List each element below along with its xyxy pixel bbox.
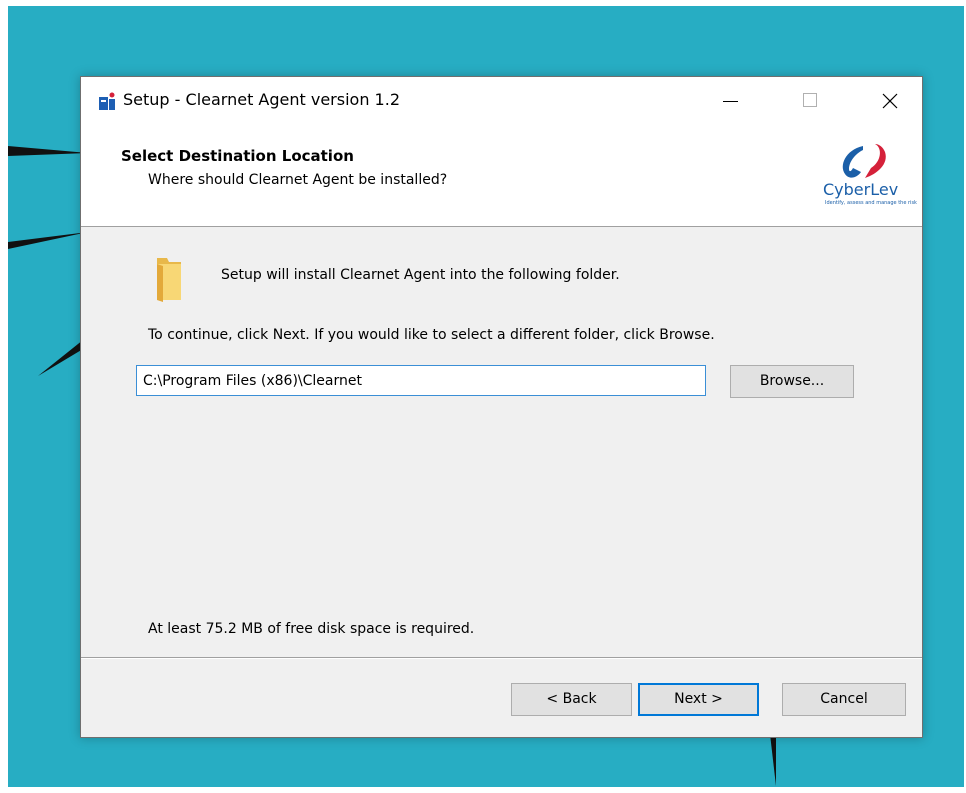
logo-tagline: Identify, assess and manage the risk bbox=[825, 200, 917, 206]
page-title: Select Destination Location bbox=[121, 147, 354, 165]
page-subtitle: Where should Clearnet Agent be installed… bbox=[148, 172, 448, 188]
title-bar[interactable]: Setup - Clearnet Agent version 1.2 bbox=[81, 77, 922, 124]
browse-button[interactable]: Browse... bbox=[730, 365, 854, 398]
back-button[interactable]: < Back bbox=[511, 683, 632, 716]
footer-divider bbox=[81, 657, 922, 659]
cancel-button[interactable]: Cancel bbox=[782, 683, 906, 716]
destination-path-input[interactable] bbox=[136, 365, 706, 396]
maximize-icon bbox=[803, 93, 817, 107]
folder-icon bbox=[157, 258, 181, 302]
close-icon bbox=[882, 93, 898, 109]
minimize-button[interactable] bbox=[701, 77, 761, 124]
maximize-button[interactable] bbox=[781, 77, 841, 124]
wizard-header: Select Destination Location Where should… bbox=[81, 124, 922, 227]
setup-window: Setup - Clearnet Agent version 1.2 Selec… bbox=[80, 76, 923, 738]
install-intro-text: Setup will install Clearnet Agent into t… bbox=[221, 267, 620, 283]
next-button[interactable]: Next > bbox=[638, 683, 759, 716]
instruction-text: To continue, click Next. If you would li… bbox=[148, 327, 715, 343]
disk-space-note: At least 75.2 MB of free disk space is r… bbox=[148, 621, 475, 637]
logo-wordmark: CyberLev bbox=[823, 180, 899, 199]
minimize-icon bbox=[723, 101, 738, 102]
window-title: Setup - Clearnet Agent version 1.2 bbox=[123, 90, 400, 109]
setup-icon bbox=[99, 92, 115, 110]
close-button[interactable] bbox=[861, 77, 921, 124]
